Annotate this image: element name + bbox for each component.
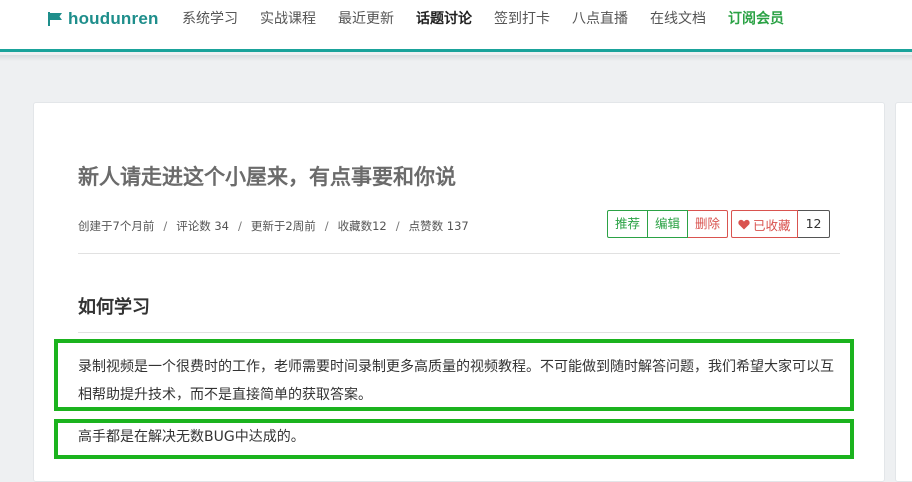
favorite-count: 12 — [797, 210, 831, 238]
logo[interactable]: houdunren — [47, 9, 159, 29]
admin-button-group: 推荐 编辑 删除 — [607, 210, 729, 238]
meta-separator: / — [395, 219, 400, 233]
meta-updated: 更新于2周前 — [250, 219, 316, 233]
meta-separator: / — [238, 219, 242, 233]
top-navigation-bar: houdunren 系统学习 实战课程 最近更新 话题讨论 签到打卡 八点直播 … — [0, 0, 912, 52]
nav-item-system-learning[interactable]: 系统学习 — [182, 9, 238, 29]
nav-item-check-in[interactable]: 签到打卡 — [494, 9, 550, 29]
nav-item-subscribe-member[interactable]: 订阅会员 — [728, 9, 784, 29]
meta-comments: 评论数 34 — [176, 219, 229, 233]
meta-favorites: 收藏数12 — [337, 219, 387, 233]
meta-separator: / — [324, 219, 329, 233]
meta-created: 创建于7个月前 — [78, 219, 155, 233]
edit-button[interactable]: 编辑 — [648, 210, 689, 238]
nav-item-recent-updates[interactable]: 最近更新 — [338, 9, 394, 29]
heading-divider — [78, 332, 840, 333]
section-heading: 如何学习 — [78, 297, 150, 318]
nav-item-live-stream[interactable]: 八点直播 — [572, 9, 628, 29]
nav-item-practical-courses[interactable]: 实战课程 — [260, 9, 316, 29]
nav-item-topic-discussion[interactable]: 话题讨论 — [416, 9, 472, 29]
favorite-button[interactable]: 已收藏 — [731, 210, 798, 238]
heart-icon — [738, 219, 750, 229]
delete-button[interactable]: 删除 — [688, 210, 729, 238]
paragraph: 高手都是在解决无数BUG中达成的。 — [78, 429, 305, 445]
topbar-shadow — [0, 55, 912, 61]
topic-meta: 创建于7个月前 / 评论数 34 / 更新于2周前 / 收藏数12 / 点赞数 … — [78, 218, 469, 234]
recommend-button[interactable]: 推荐 — [607, 210, 649, 238]
topic-actions: 推荐 编辑 删除 已收藏 12 — [607, 210, 831, 238]
main-nav: 系统学习 实战课程 最近更新 话题讨论 签到打卡 八点直播 在线文档 订阅会员 — [182, 9, 806, 29]
favorite-group: 已收藏 12 — [731, 210, 831, 238]
sidebar-card — [895, 102, 912, 482]
favorite-label: 已收藏 — [753, 217, 791, 233]
nav-item-online-docs[interactable]: 在线文档 — [650, 9, 706, 29]
topic-title: 新人请走进这个小屋来，有点事要和你说 — [78, 165, 456, 189]
topic-card: 新人请走进这个小屋来，有点事要和你说 创建于7个月前 / 评论数 34 / 更新… — [33, 102, 885, 482]
paragraph: 录制视频是一个很费时的工作，老师需要时间录制更多高质量的视频教程。不可能做到随时… — [78, 359, 834, 403]
meta-divider — [78, 253, 840, 254]
meta-separator: / — [163, 219, 168, 233]
flag-icon — [48, 12, 62, 26]
logo-text: houdunren — [68, 9, 159, 28]
meta-likes: 点赞数 137 — [408, 219, 469, 233]
